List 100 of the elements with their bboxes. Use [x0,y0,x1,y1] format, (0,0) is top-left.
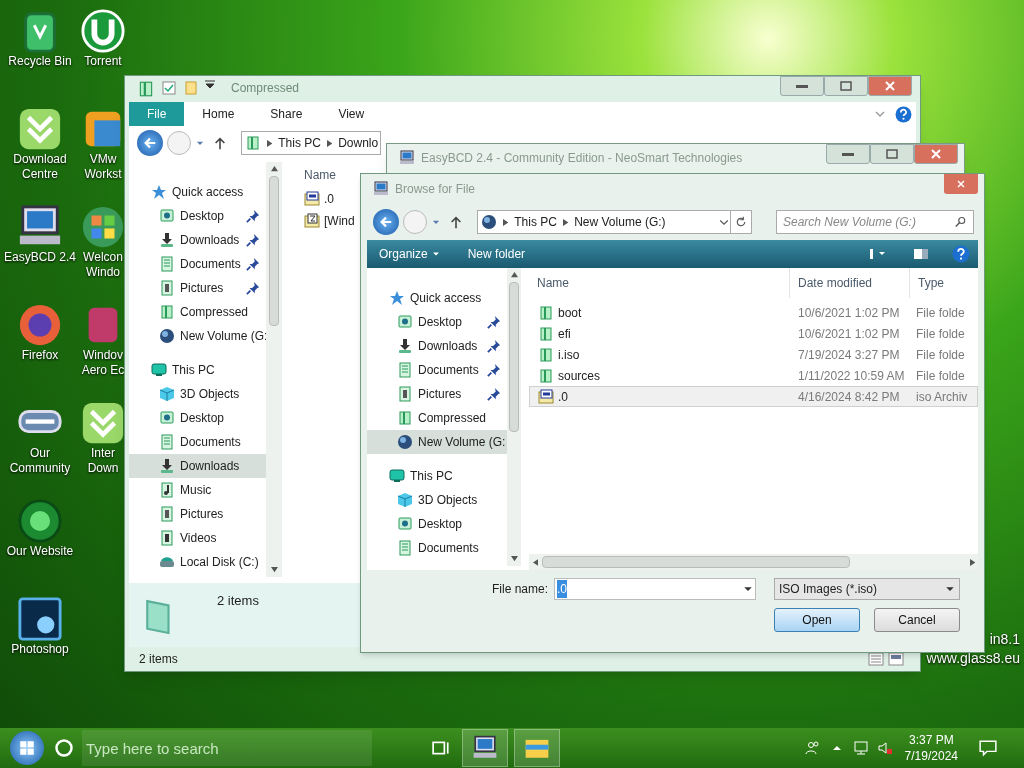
close-button[interactable] [914,144,958,164]
nav-item[interactable]: Documents [129,430,266,454]
nav-item[interactable]: Downloads [129,454,266,478]
pin-icon [246,209,260,223]
nav-item[interactable]: Compressed [367,406,507,430]
back-arrow-icon [143,136,157,150]
nav-item[interactable]: Downloads [129,228,266,252]
nav-item[interactable]: Local Disk (C:) [129,550,266,574]
nav-item[interactable]: New Volume (G: [129,324,266,348]
breadcrumb[interactable]: Downlo [338,134,379,152]
column-header[interactable]: Date modified [789,268,909,298]
ribbon-tab[interactable]: View [320,102,383,126]
column-header[interactable]: Name [529,268,789,298]
nav-item[interactable]: This PC [129,358,266,382]
clock-date[interactable]: 7/19/2024 [904,748,958,764]
ribbon-tab[interactable]: Home [184,102,253,126]
desktop-icon-label[interactable]: Firefox [21,348,59,363]
desktop-icon-label[interactable]: Photoshop [11,642,69,657]
desktop-icon-label[interactable]: Our Community [9,446,71,476]
minimize-button[interactable] [826,144,870,164]
desktop-icon-label[interactable]: Torrent [84,54,122,69]
nav-item[interactable]: Desktop [367,512,507,536]
breadcrumb[interactable]: New Volume (G:) [574,213,666,231]
details-view-icon [866,651,886,667]
vertical-scrollbar[interactable] [266,162,282,577]
back-button[interactable] [137,130,163,156]
file-row[interactable]: efi 10/6/2021 1:02 PM File folde [529,323,978,344]
file-type-dropdown[interactable]: ISO Images (*.iso) [774,578,960,600]
scroll-right-icon [969,558,975,566]
column-header[interactable]: Type [909,268,969,298]
music-icon [159,482,175,498]
file-row[interactable]: boot 10/6/2021 1:02 PM File folde [529,302,978,323]
minimize-button[interactable] [780,76,824,96]
nav-item[interactable]: Documents [367,536,507,560]
nav-item[interactable]: Desktop [129,406,266,430]
ribbon-tab[interactable]: Share [252,102,321,126]
nav-item[interactable]: Desktop [129,204,266,228]
dialog-button[interactable]: Cancel [874,608,960,632]
horizontal-scrollbar[interactable] [529,554,978,570]
search-field[interactable]: Search New Volume (G:) [776,210,974,234]
scroll-thumb[interactable] [509,282,519,432]
scroll-thumb[interactable] [269,176,279,326]
back-button[interactable] [373,209,399,235]
file-item[interactable]: [Wind [304,212,355,230]
dialog-button[interactable]: Open [774,608,860,632]
start-button[interactable] [10,731,44,765]
breadcrumb[interactable]: This PC [278,134,321,152]
desktop-icon-label[interactable]: Welcon Windo [83,250,123,280]
nav-item[interactable]: Quick access [367,286,507,310]
clock-time[interactable]: 3:37 PM [908,732,954,748]
scroll-thumb[interactable] [542,556,851,568]
close-button[interactable] [868,76,912,96]
nav-item[interactable]: New Volume (G: [367,430,507,454]
refresh-button[interactable] [730,210,752,234]
nav-item[interactable]: 3D Objects [129,382,266,406]
nav-item[interactable]: Documents [367,358,507,382]
toolbar-button[interactable]: Organize [375,245,444,263]
chevron-right-icon [267,139,273,147]
maximize-button[interactable] [824,76,868,96]
desktop-icon-label[interactable]: VMw Workst [84,152,122,182]
type-cell-text: File folde [915,367,966,385]
nav-item[interactable]: Compressed [129,300,266,324]
address-bar[interactable]: This PC New Volume (G:) [477,210,731,234]
disc-image-icon [304,191,320,207]
close-button[interactable] [944,174,978,194]
file-row[interactable]: i.iso 7/19/2024 3:27 PM File folde [529,344,978,365]
address-bar[interactable]: This PC Downlo [241,131,381,155]
column-header[interactable]: Name [304,166,355,186]
desktop-icon-label[interactable]: Download Centre [13,152,67,182]
nav-item[interactable]: Desktop [367,310,507,334]
file-row[interactable]: sources 1/11/2022 10:59 AM File folde [529,365,978,386]
file-item[interactable]: .0 [304,190,355,208]
nav-item[interactable]: Videos [129,526,266,550]
picture-icon [159,280,175,296]
scroll-up-icon [270,166,278,172]
file-row[interactable]: .0 4/16/2024 8:42 PM iso Archiv [529,386,978,407]
desktop-icon-label[interactable]: Inter Down [87,446,119,476]
nav-item[interactable]: This PC [367,464,507,488]
refresh-icon [735,216,747,228]
maximize-button[interactable] [870,144,914,164]
wallpaper-text: www.glass8.eu [926,649,1020,668]
nav-item[interactable]: Downloads [367,334,507,358]
toolbar-button[interactable]: New folder [463,245,530,263]
search-input[interactable]: Search New Volume (G:) [783,213,955,231]
nav-item[interactable]: Quick access [129,180,266,204]
nav-item[interactable]: Pictures [129,276,266,300]
nav-item[interactable]: Documents [129,252,266,276]
desktop-icon-label[interactable]: Windov Aero Ec [81,348,125,378]
nav-item[interactable]: Pictures [129,502,266,526]
desktop-icon-label[interactable]: Our Website [6,544,74,559]
nav-item[interactable]: Pictures [367,382,507,406]
nav-item[interactable]: 3D Objects [367,488,507,512]
nav-item[interactable]: Music [129,478,266,502]
taskbar-app-button[interactable] [462,729,508,767]
maximize-icon [886,149,898,159]
desktop-icon-label[interactable]: EasyBCD 2.4 [4,250,76,265]
window-title: EasyBCD 2.4 - Community Edition - NeoSmart Technologies [421,150,743,167]
vertical-scrollbar[interactable] [507,268,521,566]
breadcrumb[interactable]: This PC [514,213,557,231]
desktop-icon-label[interactable]: Recycle Bin [8,54,72,69]
